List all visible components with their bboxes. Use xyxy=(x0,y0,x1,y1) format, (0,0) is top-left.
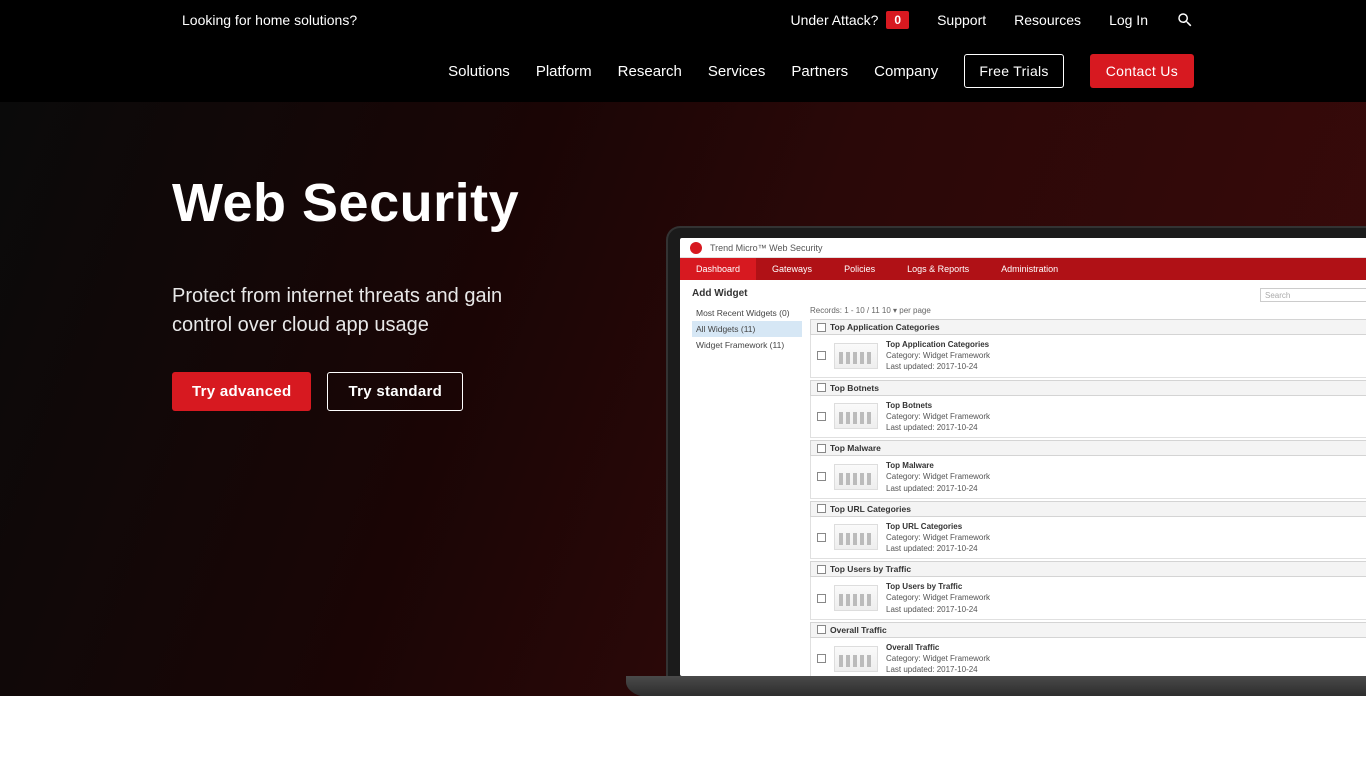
page-title: Web Security xyxy=(172,172,560,234)
screenshot-widget-group-header: Top Application Categories xyxy=(810,319,1366,335)
chart-thumb-icon xyxy=(834,403,878,429)
screenshot-tab-logs: Logs & Reports xyxy=(891,258,985,280)
screenshot-side-item: Widget Framework (11) xyxy=(692,337,802,353)
chart-thumb-icon xyxy=(834,343,878,369)
screenshot-group-label: Overall Traffic xyxy=(830,625,887,635)
checkbox-icon xyxy=(817,533,826,542)
checkbox-icon xyxy=(817,323,826,332)
screenshot-widget-meta: Top MalwareCategory: Widget FrameworkLas… xyxy=(886,460,990,494)
screenshot-panel-title: Add Widget xyxy=(692,288,802,299)
hero-section: Web Security Protect from internet threa… xyxy=(0,102,1366,696)
chart-thumb-icon xyxy=(834,524,878,550)
home-solutions-link[interactable]: Looking for home solutions? xyxy=(172,6,367,34)
screenshot-widget-row: Top BotnetsCategory: Widget FrameworkLas… xyxy=(810,396,1366,439)
search-icon[interactable] xyxy=(1176,11,1194,29)
chart-thumb-icon xyxy=(834,585,878,611)
screenshot-widget-group-header: Top Botnets xyxy=(810,380,1366,396)
screenshot-widget-group-header: Overall Traffic xyxy=(810,622,1366,638)
screenshot-app-header: Trend Micro™ Web Security xyxy=(680,238,1366,258)
screenshot-app-title: Trend Micro™ Web Security xyxy=(710,243,823,253)
screenshot-widget-meta: Top Application CategoriesCategory: Widg… xyxy=(886,339,990,373)
trend-logo-icon xyxy=(690,242,702,254)
checkbox-icon xyxy=(817,504,826,513)
screenshot-widget-meta: Top URL CategoriesCategory: Widget Frame… xyxy=(886,521,990,555)
screenshot-widget-row: Top Users by TrafficCategory: Widget Fra… xyxy=(810,577,1366,620)
under-attack-label: Under Attack? xyxy=(790,12,878,28)
screenshot-widget-group-header: Top URL Categories xyxy=(810,501,1366,517)
product-screenshot-laptop: Trend Micro™ Web Security Dashboard Gate… xyxy=(666,226,1366,696)
main-nav: Solutions Platform Research Services Par… xyxy=(0,40,1366,102)
hero-subtitle: Protect from internet threats and gain c… xyxy=(172,282,560,340)
nav-platform[interactable]: Platform xyxy=(536,63,592,80)
screenshot-widget-row: Top URL CategoriesCategory: Widget Frame… xyxy=(810,517,1366,560)
nav-services[interactable]: Services xyxy=(708,63,766,80)
nav-solutions[interactable]: Solutions xyxy=(448,63,510,80)
chart-thumb-icon xyxy=(834,464,878,490)
screenshot-group-label: Top Users by Traffic xyxy=(830,564,911,574)
screenshot-group-label: Top Application Categories xyxy=(830,322,940,332)
screenshot-widget-meta: Top BotnetsCategory: Widget FrameworkLas… xyxy=(886,400,990,434)
nav-partners[interactable]: Partners xyxy=(791,63,848,80)
support-link[interactable]: Support xyxy=(937,12,986,28)
screenshot-search-input: Search × xyxy=(1260,288,1366,302)
screenshot-pager-text: Records: 1 - 10 / 11 10 ▾ per page xyxy=(810,306,1366,315)
checkbox-icon xyxy=(817,472,826,481)
screenshot-widget-row: Top Application CategoriesCategory: Widg… xyxy=(810,335,1366,378)
under-attack-badge: 0 xyxy=(886,11,909,29)
screenshot-group-label: Top URL Categories xyxy=(830,504,911,514)
try-advanced-button[interactable]: Try advanced xyxy=(172,372,311,411)
resources-link[interactable]: Resources xyxy=(1014,12,1081,28)
checkbox-icon xyxy=(817,594,826,603)
try-standard-button[interactable]: Try standard xyxy=(327,372,463,411)
screenshot-widget-meta: Overall TrafficCategory: Widget Framewor… xyxy=(886,642,990,676)
checkbox-icon xyxy=(817,383,826,392)
nav-research[interactable]: Research xyxy=(618,63,682,80)
screenshot-side-item: All Widgets (11) xyxy=(692,321,802,337)
checkbox-icon xyxy=(817,565,826,574)
checkbox-icon xyxy=(817,412,826,421)
screenshot-tab-policies: Policies xyxy=(828,258,891,280)
screenshot-tab-bar: Dashboard Gateways Policies Logs & Repor… xyxy=(680,258,1366,280)
screenshot-widget-meta: Top Users by TrafficCategory: Widget Fra… xyxy=(886,581,990,615)
screenshot-tab-dashboard: Dashboard xyxy=(680,258,756,280)
checkbox-icon xyxy=(817,351,826,360)
login-link[interactable]: Log In xyxy=(1109,12,1148,28)
screenshot-side-item: Most Recent Widgets (0) xyxy=(692,305,802,321)
screenshot-widget-row: Top MalwareCategory: Widget FrameworkLas… xyxy=(810,456,1366,499)
screenshot-widget-row: Overall TrafficCategory: Widget Framewor… xyxy=(810,638,1366,676)
contact-us-button[interactable]: Contact Us xyxy=(1090,54,1194,88)
screenshot-search-placeholder: Search xyxy=(1265,291,1290,300)
screenshot-group-label: Top Botnets xyxy=(830,383,879,393)
utility-bar: Looking for home solutions? Under Attack… xyxy=(0,0,1366,40)
checkbox-icon xyxy=(817,625,826,634)
checkbox-icon xyxy=(817,654,826,663)
nav-company[interactable]: Company xyxy=(874,63,938,80)
checkbox-icon xyxy=(817,444,826,453)
screenshot-tab-admin: Administration xyxy=(985,258,1074,280)
free-trials-button[interactable]: Free Trials xyxy=(964,54,1063,88)
chart-thumb-icon xyxy=(834,646,878,672)
screenshot-widget-group-header: Top Malware xyxy=(810,440,1366,456)
screenshot-widget-group-header: Top Users by Traffic xyxy=(810,561,1366,577)
laptop-base xyxy=(626,676,1366,696)
under-attack-link[interactable]: Under Attack? 0 xyxy=(790,11,909,29)
screenshot-tab-gateways: Gateways xyxy=(756,258,828,280)
screenshot-group-label: Top Malware xyxy=(830,443,881,453)
